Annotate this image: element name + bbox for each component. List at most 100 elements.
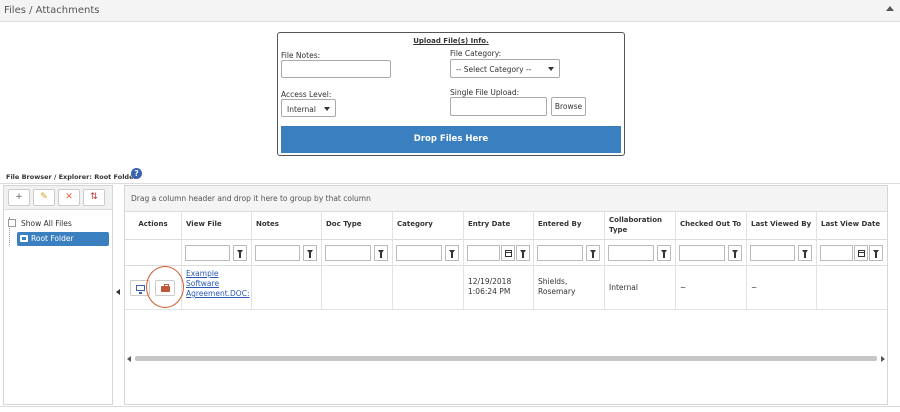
file-link[interactable]: Example Software Agreement.DOC: [186,269,249,298]
file-category-label: File Category: [450,49,502,58]
dropdown-caret-icon [324,107,330,111]
show-all-checkbox[interactable] [8,219,16,227]
delete-folder-button[interactable]: ✕ [58,189,80,206]
sort-folders-button[interactable]: ⇅ [83,189,105,206]
filter-input-entry-date[interactable] [467,245,500,261]
notes-cell [252,266,322,310]
filter-icon [732,250,738,258]
table-row[interactable]: Example Software Agreement.DOC: 12/19/20… [125,266,887,310]
filter-icon [307,250,313,258]
column-header-entry-date[interactable]: Entry Date [464,212,534,240]
filter-button-category[interactable] [445,245,459,261]
single-file-upload-label: Single File Upload: [450,88,520,97]
last-view-date-picker-button[interactable] [854,245,868,261]
column-header-category[interactable]: Category [393,212,464,240]
help-icon[interactable]: ? [131,168,142,179]
panel-title: Files / Attachments [4,5,100,16]
filter-button-entered-by[interactable] [586,245,600,261]
scroll-left-icon[interactable] [127,356,131,362]
add-folder-button[interactable]: + [8,189,30,206]
upload-title: Upload File(s) Info. [413,37,489,45]
category-cell [393,266,464,310]
file-browser-label: File Browser / Explorer: Root Folder [6,173,137,181]
filter-input-notes[interactable] [255,245,300,261]
column-header-actions[interactable]: Actions [125,212,182,240]
scrollbar-thumb[interactable] [135,356,877,361]
group-by-panel[interactable]: Drag a column header and drop it here to… [125,186,887,212]
folder-icon [20,235,28,242]
filter-input-collaboration-type[interactable] [608,245,654,261]
edit-folder-button[interactable]: ✎ [33,189,55,206]
single-file-input[interactable] [450,97,547,116]
entry-date-picker-button[interactable] [501,245,515,261]
drop-files-zone[interactable]: Drop Files Here [281,126,621,153]
filter-input-checked-out-to[interactable] [679,245,725,261]
column-header-last-view-date[interactable]: Last View Date [817,212,887,240]
column-header-notes[interactable]: Notes [252,212,322,240]
column-header-doc-type[interactable]: Doc Type [322,212,393,240]
pane-splitter[interactable] [114,185,122,405]
access-level-select[interactable]: Internal [281,99,336,117]
filter-cell-entered-by [534,240,605,266]
filter-button-checked-out-to[interactable] [728,245,742,261]
grid-filter-row [125,240,887,266]
filter-button-doc-type[interactable] [374,245,388,261]
filter-input-category[interactable] [396,245,442,261]
filter-button-last-viewed-by[interactable] [798,245,812,261]
filter-icon [378,250,384,258]
files-grid: Drag a column header and drop it here to… [124,185,888,405]
filter-icon [661,250,667,258]
root-folder-label: Root Folder [31,234,74,243]
entry-date-cell: 12/19/2018 1:06:24 PM [464,266,534,310]
filter-icon [802,250,808,258]
horizontal-scrollbar[interactable] [127,354,885,363]
show-all-files-label[interactable]: Show All Files [21,219,72,228]
grid-header-row: Actions View File Notes Doc Type Categor… [125,212,887,240]
collaboration-type-cell: Internal [605,266,676,310]
filter-cell-collaboration-type [605,240,676,266]
browse-button[interactable]: Browse [551,97,586,116]
filter-cell-last-viewed-by [747,240,817,266]
column-header-view-file[interactable]: View File [182,212,252,240]
highlight-annotation-circle [146,266,184,308]
tree-item-root-folder[interactable]: Root Folder [17,232,109,246]
filter-button-collaboration-type[interactable] [657,245,671,261]
collapse-up-icon[interactable] [886,6,894,11]
filter-icon [873,250,879,258]
filter-cell-actions [125,240,182,266]
filter-icon [590,250,596,258]
scroll-right-icon[interactable] [881,356,885,362]
filter-cell-view-file [182,240,252,266]
filter-button-notes[interactable] [303,245,317,261]
column-header-last-viewed-by[interactable]: Last Viewed By [747,212,817,240]
dropdown-caret-icon [548,67,554,71]
filter-input-view-file[interactable] [185,245,230,261]
monitor-icon [136,285,145,294]
access-level-value: Internal [287,105,316,114]
column-header-collaboration-type[interactable]: Collaboration Type [605,212,676,240]
panel-header[interactable]: Files / Attachments [0,0,900,22]
filter-input-entered-by[interactable] [537,245,583,261]
doc-type-cell [322,266,393,310]
delete-icon: ✕ [65,192,73,202]
filter-input-doc-type[interactable] [325,245,371,261]
filter-cell-notes [252,240,322,266]
filter-button-entry-date[interactable] [516,245,530,261]
calendar-icon [858,250,865,257]
file-notes-input[interactable] [281,60,391,78]
access-level-label: Access Level: [281,90,332,99]
column-header-entered-by[interactable]: Entered By [534,212,605,240]
filter-button-last-view-date[interactable] [869,245,883,261]
filter-input-last-view-date[interactable] [820,245,853,261]
column-header-checked-out-to[interactable]: Checked Out To [676,212,747,240]
checked-out-to-cell: ~ [676,266,747,310]
filter-icon [449,250,455,258]
file-category-value: -- Select Category -- [456,65,532,74]
collapse-left-icon[interactable] [116,289,120,295]
file-category-select[interactable]: -- Select Category -- [450,59,560,78]
files-attachments-page: Files / Attachments Upload File(s) Info.… [0,0,900,412]
folder-tree-pane: + ✎ ✕ ⇅ Show All Files Root Folder [3,185,113,405]
filter-input-last-viewed-by[interactable] [750,245,795,261]
view-file-cell: Example Software Agreement.DOC: [182,266,252,310]
filter-button-view-file[interactable] [233,245,247,261]
